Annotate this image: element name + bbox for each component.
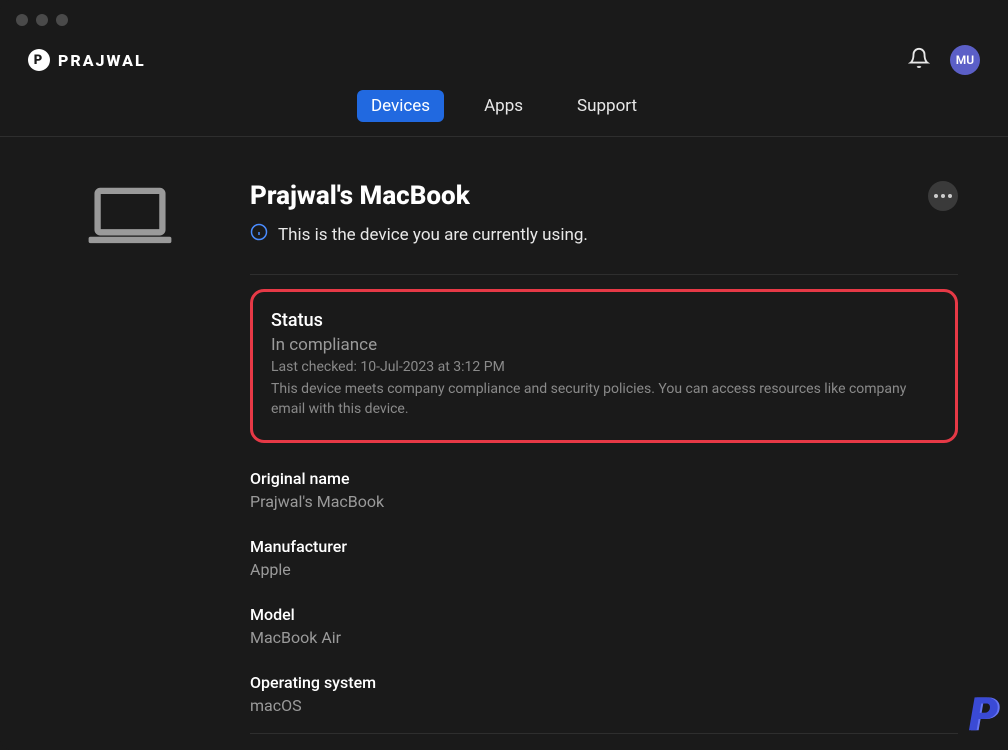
- app-window: P PRAJWAL MU Devices Apps Support Prajwa…: [0, 0, 1008, 750]
- divider: [250, 274, 958, 275]
- dots-icon: [934, 194, 938, 198]
- status-label: Status: [271, 310, 937, 331]
- field-value: Apple: [250, 560, 958, 579]
- field-value: MacBook Air: [250, 628, 958, 647]
- dots-icon: [941, 194, 945, 198]
- divider: [250, 733, 958, 734]
- dots-icon: [948, 194, 952, 198]
- watermark-logo: P: [969, 688, 998, 742]
- field-value: macOS: [250, 696, 958, 715]
- status-value: In compliance: [271, 335, 937, 355]
- brand: P PRAJWAL: [28, 49, 146, 71]
- laptop-icon: [85, 187, 175, 734]
- field-manufacturer: Manufacturer Apple: [250, 537, 958, 579]
- user-avatar[interactable]: MU: [950, 45, 980, 75]
- field-label: Manufacturer: [250, 537, 958, 556]
- field-label: Model: [250, 605, 958, 624]
- header-actions: MU: [908, 45, 980, 75]
- device-details: Prajwal's MacBook This is the device you…: [250, 181, 968, 734]
- notifications-icon[interactable]: [908, 47, 930, 73]
- more-actions-button[interactable]: [928, 181, 958, 211]
- brand-name: PRAJWAL: [58, 51, 146, 70]
- current-device-note-text: This is the device you are currently usi…: [278, 225, 588, 245]
- status-description: This device meets company compliance and…: [271, 379, 937, 420]
- tab-devices[interactable]: Devices: [357, 90, 444, 122]
- tab-support[interactable]: Support: [563, 90, 651, 122]
- app-header: P PRAJWAL MU: [0, 0, 1008, 80]
- main-tabs: Devices Apps Support: [0, 80, 1008, 137]
- field-value: Prajwal's MacBook: [250, 492, 958, 511]
- title-row: Prajwal's MacBook: [250, 181, 958, 211]
- field-model: Model MacBook Air: [250, 605, 958, 647]
- content-area: Prajwal's MacBook This is the device you…: [0, 137, 1008, 734]
- traffic-light-close[interactable]: [16, 14, 28, 26]
- info-icon: [250, 223, 268, 246]
- traffic-light-zoom[interactable]: [56, 14, 68, 26]
- device-title: Prajwal's MacBook: [250, 181, 470, 211]
- field-operating-system: Operating system macOS: [250, 673, 958, 715]
- tab-apps[interactable]: Apps: [470, 90, 537, 122]
- current-device-note: This is the device you are currently usi…: [250, 223, 958, 246]
- window-traffic-lights: [16, 14, 68, 26]
- traffic-light-minimize[interactable]: [36, 14, 48, 26]
- status-last-checked: Last checked: 10-Jul-2023 at 3:12 PM: [271, 359, 937, 375]
- field-original-name: Original name Prajwal's MacBook: [250, 469, 958, 511]
- device-type-column: [40, 181, 220, 734]
- field-label: Original name: [250, 469, 958, 488]
- brand-logo-icon: P: [28, 49, 50, 71]
- status-section-highlighted: Status In compliance Last checked: 10-Ju…: [250, 289, 958, 443]
- field-label: Operating system: [250, 673, 958, 692]
